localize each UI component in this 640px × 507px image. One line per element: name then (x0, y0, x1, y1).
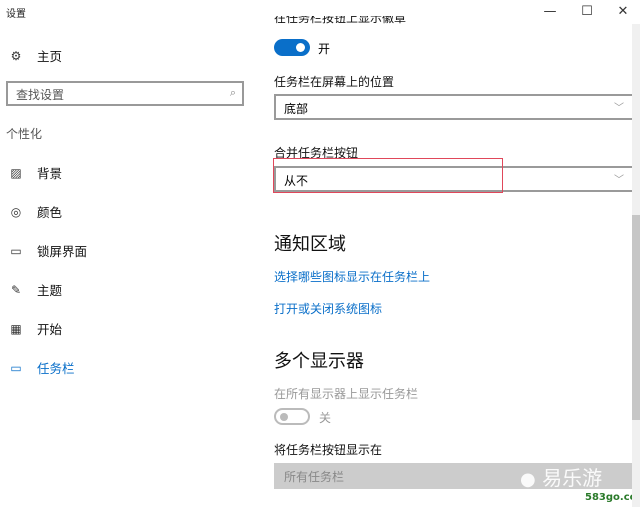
minimize-button[interactable]: — (535, 4, 565, 20)
wechat-icon: ● (520, 469, 536, 490)
badges-state: 开 (318, 42, 331, 56)
position-select[interactable]: 底部 ﹀ (274, 94, 634, 120)
watermark: ● 易乐游 (520, 462, 602, 491)
badges-label: 在任务栏按钮上显示徽章 (274, 16, 406, 26)
palette-icon: ◎ (10, 204, 22, 219)
sidebar-item-themes[interactable]: ✎ 主题 (8, 280, 62, 299)
window-title: 设置 (6, 9, 26, 20)
show-all-label: 在所有显示器上显示任务栏 (274, 387, 419, 401)
badges-toggle[interactable] (274, 39, 310, 56)
close-button[interactable]: ✕ (608, 4, 638, 20)
search-icon[interactable]: ⌕ (230, 86, 236, 100)
badges-label-text: 在任务栏按钮上显示徽章 (274, 16, 407, 25)
theme-icon: ✎ (10, 282, 22, 297)
taskbar-icon: ▭ (10, 360, 22, 375)
sidebar-item-lock-screen[interactable]: ▭ 锁屏界面 (8, 241, 87, 260)
sidebar-item-label: 开始 (37, 322, 63, 337)
section-title: 个性化 (6, 127, 43, 141)
sidebar-item-label: 锁屏界面 (37, 244, 88, 259)
sidebar-item-label: 颜色 (37, 205, 63, 220)
scrollbar-thumb[interactable] (632, 215, 640, 420)
sidebar-item-home[interactable]: ⚙ 主页 (8, 46, 62, 65)
sidebar-item-label: 主题 (37, 283, 63, 298)
gear-icon: ⚙ (10, 48, 22, 63)
maximize-button[interactable]: ☐ (572, 4, 602, 20)
position-label: 任务栏在屏幕上的位置 (274, 75, 395, 89)
show-buttons-label: 将任务栏按钮显示在 (274, 443, 383, 457)
position-value: 底部 (284, 102, 309, 116)
notification-heading: 通知区域 (274, 234, 346, 255)
search-input[interactable]: 查找设置 ⌕ (6, 81, 244, 106)
sidebar-item-start[interactable]: ▦ 开始 (8, 319, 62, 338)
image-icon: ▨ (10, 165, 22, 180)
highlight-box (273, 158, 503, 193)
watermark-text: 易乐游 (542, 466, 603, 490)
chevron-down-icon: ﹀ (614, 103, 624, 114)
system-icons-link[interactable]: 打开或关闭系统图标 (274, 300, 382, 317)
sidebar-item-taskbar[interactable]: ▭ 任务栏 (8, 358, 75, 377)
lock-screen-icon: ▭ (10, 243, 22, 258)
chevron-down-icon: ﹀ (614, 175, 624, 186)
show-all-state: 关 (319, 411, 332, 425)
sidebar-item-label: 任务栏 (37, 361, 75, 376)
show-buttons-value: 所有任务栏 (284, 470, 345, 484)
sidebar-item-label: 主页 (37, 49, 63, 64)
select-icons-link[interactable]: 选择哪些图标显示在任务栏上 (274, 268, 430, 285)
sidebar-item-background[interactable]: ▨ 背景 (8, 163, 62, 182)
multi-display-heading: 多个显示器 (274, 351, 364, 372)
search-placeholder: 查找设置 (16, 88, 65, 102)
sidebar-item-colors[interactable]: ◎ 颜色 (8, 202, 62, 221)
start-icon: ▦ (10, 321, 22, 336)
show-all-toggle[interactable] (274, 408, 310, 425)
sidebar-item-label: 背景 (37, 166, 63, 181)
